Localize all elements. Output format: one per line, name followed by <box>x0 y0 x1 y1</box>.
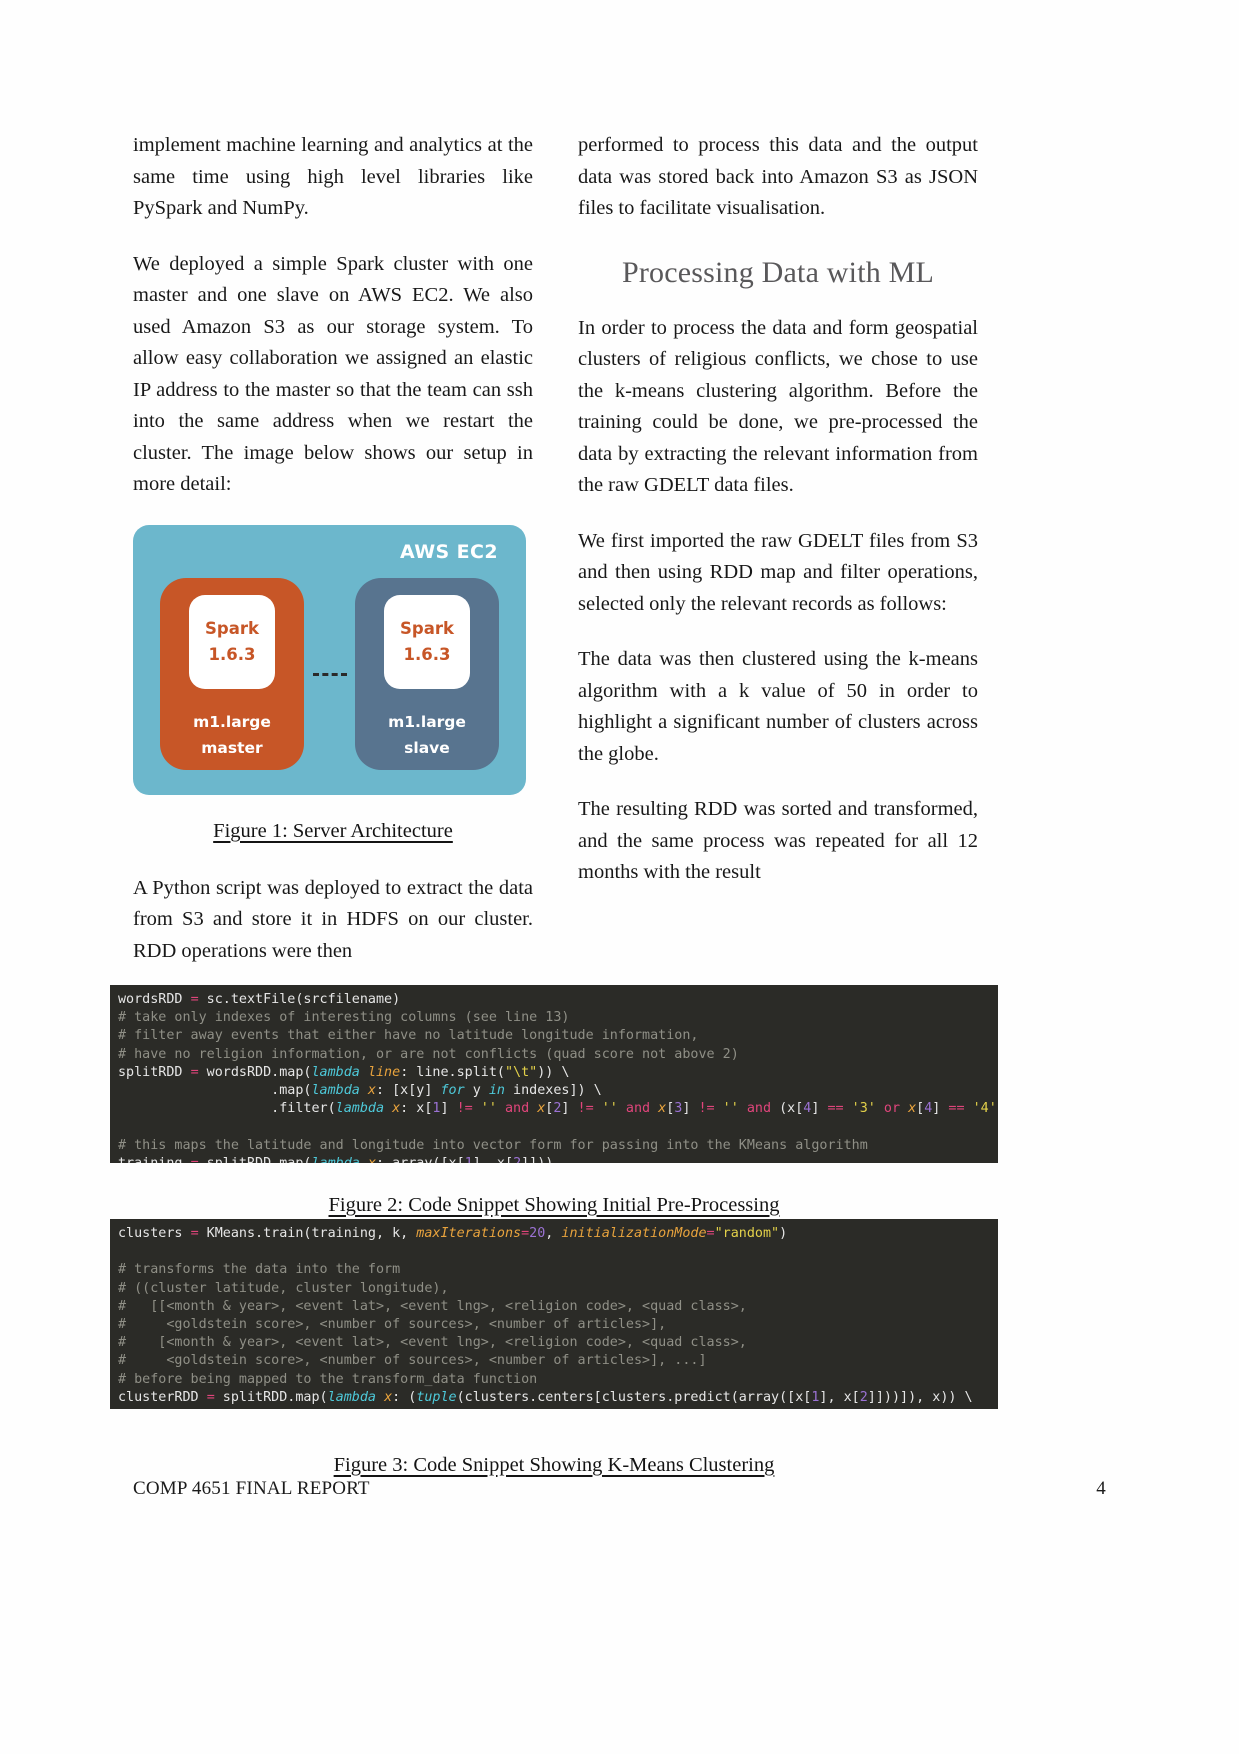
code-line: # <goldstein score>, <number of sources>… <box>118 1317 667 1333</box>
master-spark-name: Spark <box>205 618 259 638</box>
paragraph: We first imported the raw GDELT files fr… <box>578 529 978 615</box>
code-line: # this maps the latitude and longitude i… <box>118 1137 868 1153</box>
code-line: # take only indexes of interesting colum… <box>118 1010 570 1026</box>
footer-page-number: 4 <box>1096 1478 1106 1499</box>
code-snippet-kmeans: clusters = KMeans.train(training, k, max… <box>110 1219 998 1409</box>
master-meta: m1.large master <box>193 709 271 761</box>
code-line: training = splitRDD.map(lambda x: array(… <box>118 1155 998 1163</box>
aws-ec2-label: AWS EC2 <box>399 540 498 563</box>
page-footer: COMP 4651 FINAL REPORT 4 <box>133 1478 1106 1500</box>
code-line: # filter away events that either have no… <box>118 1028 699 1044</box>
paragraph: The resulting RDD was sorted and transfo… <box>578 798 978 883</box>
code-line: clusters = KMeans.train(training, k, max… <box>118 1226 788 1241</box>
section-heading: Processing Data with ML <box>621 255 935 289</box>
paragraph: performed to process this data and the o… <box>578 134 978 219</box>
page-canvas: implement machine learning and analytics… <box>0 0 1239 1754</box>
master-instance-type: m1.large <box>193 712 271 731</box>
code-line: # <goldstein score>, <number of sources>… <box>118 1353 707 1369</box>
figure-1: AWS EC2 Spark 1.6.3 m1.large master Spar… <box>133 524 533 845</box>
aws-ec2-diagram: AWS EC2 Spark 1.6.3 m1.large master Spar… <box>133 524 526 795</box>
master-node: Spark 1.6.3 m1.large master <box>160 577 304 770</box>
master-spark-card: Spark 1.6.3 <box>189 594 275 689</box>
left-column: implement machine learning and analytics… <box>133 130 533 967</box>
paragraph: A Python script was deployed to extract … <box>133 876 533 962</box>
slave-instance-type: m1.large <box>388 712 466 731</box>
code-line: # have no religion information, or are n… <box>118 1046 739 1062</box>
code-line: # transforms the data into the form <box>118 1262 401 1278</box>
code-line: .groupByKey().mapValues(list).map(transf… <box>118 1407 998 1409</box>
right-column: performed to process this data and the o… <box>578 130 978 967</box>
code-line: .filter(lambda x: x[1] != '' and x[2] !=… <box>118 1101 998 1117</box>
slave-meta: m1.large slave <box>388 709 466 761</box>
figure-2-caption: Figure 2: Code Snippet Showing Initial P… <box>328 1193 780 1216</box>
figure-1-caption: Figure 1: Server Architecture <box>213 819 453 842</box>
code-line: # [[<month & year>, <event lat>, <event … <box>118 1298 747 1314</box>
paragraph: In order to process the data and form ge… <box>578 316 978 497</box>
master-spark-version: 1.6.3 <box>208 644 256 664</box>
code-line: wordsRDD = sc.textFile(srcfilename) <box>118 992 401 1007</box>
master-slave-link-icon <box>312 672 347 676</box>
slave-spark-card: Spark 1.6.3 <box>384 594 470 689</box>
slave-node: Spark 1.6.3 m1.large slave <box>355 577 499 770</box>
code-line: .map(lambda x: [x[y] for y in indexes]) … <box>118 1083 602 1099</box>
paragraph: implement machine learning and analytics… <box>133 134 533 219</box>
slave-role: slave <box>404 738 450 757</box>
footer-report-title: COMP 4651 FINAL REPORT <box>133 1478 370 1499</box>
slave-spark-version: 1.6.3 <box>403 644 451 664</box>
code-line: # [<month & year>, <event lat>, <event l… <box>118 1335 747 1351</box>
slave-spark-name: Spark <box>400 618 454 638</box>
code-snippet-preprocessing: wordsRDD = sc.textFile(srcfilename) # tak… <box>110 985 998 1163</box>
code-line: clusterRDD = splitRDD.map(lambda x: (tup… <box>118 1389 973 1405</box>
code-line: splitRDD = wordsRDD.map(lambda line: lin… <box>118 1064 570 1080</box>
paragraph: The data was then clustered using the k-… <box>578 648 978 765</box>
master-role: master <box>201 738 263 757</box>
code-line: # before being mapped to the transform_d… <box>118 1371 538 1387</box>
two-column-body: implement machine learning and analytics… <box>133 130 978 967</box>
code-line: # ((cluster latitude, cluster longitude)… <box>118 1280 449 1296</box>
paragraph: We deployed a simple Spark cluster with … <box>133 252 533 496</box>
figure-3-caption: Figure 3: Code Snippet Showing K-Means C… <box>333 1453 775 1476</box>
